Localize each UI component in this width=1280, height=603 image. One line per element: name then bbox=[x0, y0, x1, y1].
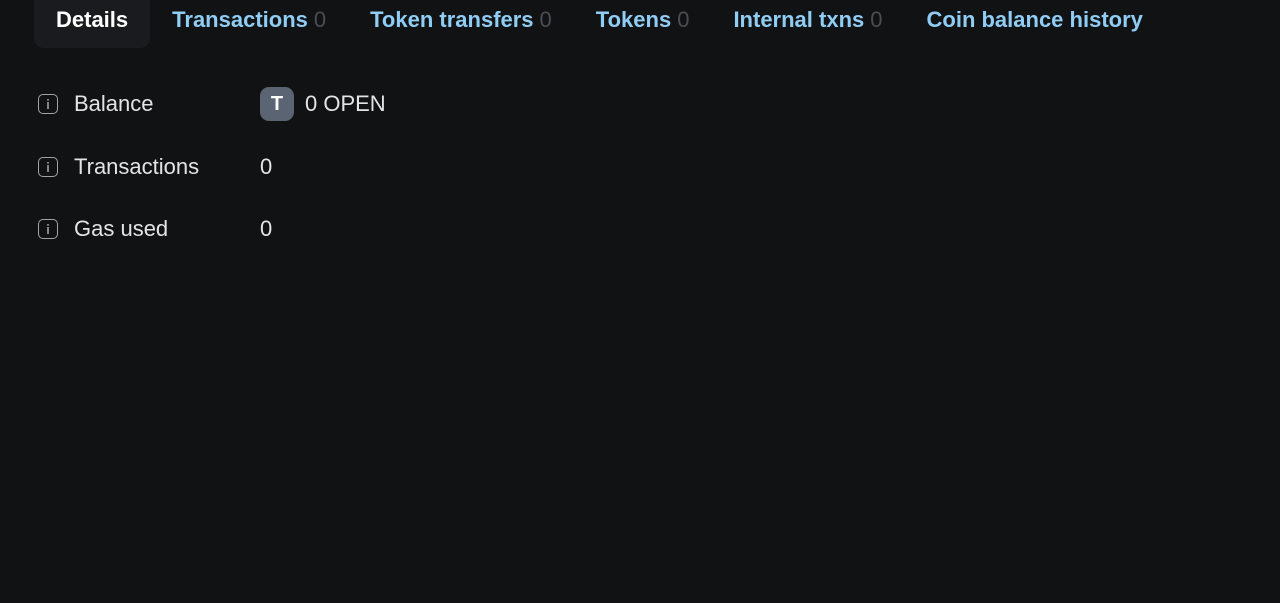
tab-internal-txns[interactable]: Internal txns 0 bbox=[711, 0, 904, 48]
tab-label: Transactions bbox=[172, 7, 308, 32]
tab-details[interactable]: Details bbox=[34, 0, 151, 48]
token-avatar: T bbox=[260, 87, 294, 121]
detail-value: T 0 OPEN bbox=[260, 87, 386, 121]
detail-label: Transactions bbox=[74, 153, 200, 179]
tab-label: Internal txns bbox=[733, 7, 865, 32]
tab-label: Coin balance history bbox=[926, 7, 1143, 32]
info-icon[interactable] bbox=[38, 219, 58, 239]
tab-label: Details bbox=[56, 7, 129, 32]
balance-value: 0 OPEN bbox=[305, 91, 386, 116]
tab-count: 0 bbox=[870, 7, 883, 32]
tab-count: 0 bbox=[313, 7, 327, 32]
tab-tokens[interactable]: Tokens 0 bbox=[574, 0, 712, 48]
detail-value: 0 bbox=[260, 216, 273, 241]
info-icon[interactable] bbox=[38, 94, 58, 114]
tab-coin-balance-history[interactable]: Coin balance history bbox=[905, 0, 1165, 48]
detail-row-balance: Balance T 0 OPEN bbox=[38, 86, 386, 122]
detail-value: 0 bbox=[260, 153, 273, 179]
info-icon[interactable] bbox=[38, 156, 58, 177]
detail-row-transactions: Transactions 0 bbox=[38, 149, 386, 185]
tab-count: 0 bbox=[677, 7, 690, 32]
detail-row-gas-used: Gas used 0 bbox=[38, 211, 386, 247]
detail-label: Balance bbox=[74, 91, 154, 116]
tab-bar: Details Transactions 0 Token transfers 0 T… bbox=[34, 0, 1165, 48]
detail-label: Gas used bbox=[74, 216, 169, 241]
tab-label: Token transfers bbox=[370, 7, 534, 32]
details-panel: Balance T 0 OPEN Transactions 0 Gas used… bbox=[38, 86, 386, 274]
tab-transactions[interactable]: Transactions 0 bbox=[150, 0, 348, 48]
tab-token-transfers[interactable]: Token transfers 0 bbox=[348, 0, 574, 48]
tab-count: 0 bbox=[539, 7, 552, 32]
tab-label: Tokens bbox=[595, 7, 672, 32]
